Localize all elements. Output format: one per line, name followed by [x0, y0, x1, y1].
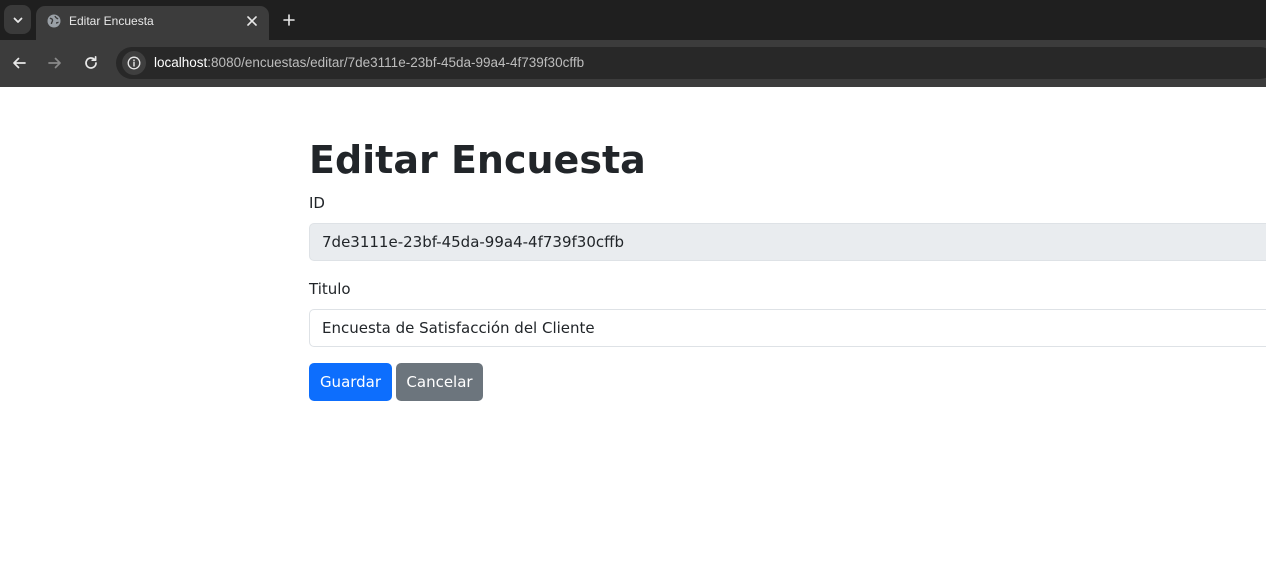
url-host: localhost — [154, 55, 208, 70]
forward-button[interactable] — [43, 51, 67, 75]
reload-icon — [85, 55, 97, 69]
close-icon — [247, 16, 257, 26]
browser-tab-bar: Editar Encuesta — [0, 0, 1266, 40]
new-tab-button[interactable] — [277, 8, 301, 32]
browser-toolbar: localhost:8080/encuestas/editar/7de3111e… — [0, 40, 1266, 87]
address-bar[interactable]: localhost:8080/encuestas/editar/7de3111e… — [116, 47, 1266, 79]
chevron-down-icon — [13, 17, 22, 23]
tab-close-button[interactable] — [243, 12, 261, 30]
url-path: :8080/encuestas/editar/7de3111e-23bf-45d… — [207, 55, 585, 70]
id-field[interactable] — [309, 223, 1266, 261]
arrow-right-icon — [48, 57, 61, 69]
info-icon — [127, 56, 141, 70]
cancel-button[interactable]: Cancelar — [396, 363, 483, 401]
tab-search-button[interactable] — [4, 5, 31, 34]
page-title: Editar Encuesta — [309, 138, 646, 182]
url-text[interactable]: localhost:8080/encuestas/editar/7de3111e… — [154, 55, 584, 70]
id-label: ID — [309, 194, 325, 212]
plus-icon — [283, 14, 295, 26]
titulo-field[interactable] — [309, 309, 1266, 347]
tab-title: Editar Encuesta — [69, 14, 154, 28]
arrow-left-icon — [13, 57, 26, 69]
browser-tab-active[interactable]: Editar Encuesta — [36, 6, 269, 40]
globe-icon — [47, 14, 61, 28]
titulo-label: Titulo — [309, 280, 351, 298]
site-info-button[interactable] — [122, 51, 146, 75]
page-content: Editar Encuesta ID Titulo Guardar Cancel… — [0, 87, 1266, 566]
save-button[interactable]: Guardar — [309, 363, 392, 401]
back-button[interactable] — [7, 51, 31, 75]
reload-button[interactable] — [79, 51, 103, 75]
